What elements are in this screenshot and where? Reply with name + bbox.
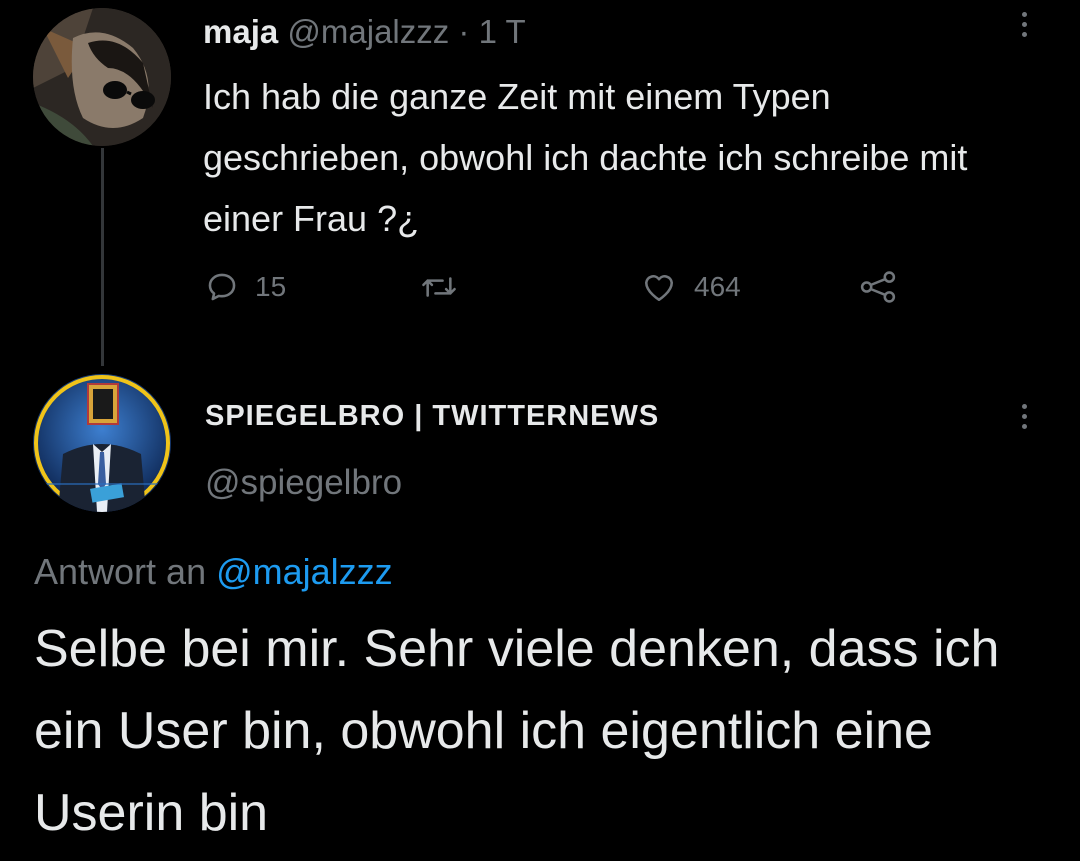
tweet1-handle[interactable]: @majalzzz — [287, 13, 449, 50]
retweet-icon — [422, 277, 456, 297]
profile-photo-news-anchor-icon — [33, 374, 171, 512]
tweet1-display-name[interactable]: maja — [203, 13, 278, 50]
like-button[interactable]: 464 — [640, 270, 741, 304]
heart-icon — [644, 275, 674, 302]
tweet1-text: Ich hab die ganze Zeit mit einem Typen g… — [203, 76, 968, 239]
share-icon — [860, 271, 896, 303]
share-button[interactable] — [858, 270, 898, 304]
tweet1-separator: · — [458, 13, 470, 50]
tweet2-display-name[interactable]: SPIEGELBRO | TWITTERNEWS — [205, 396, 659, 436]
reply-prefix: Antwort an — [34, 551, 207, 592]
tweet2-handle[interactable]: @spiegelbro — [205, 461, 402, 505]
tweet2-more-options-icon[interactable] — [1018, 404, 1030, 429]
tweet1-timestamp[interactable]: 1 T — [479, 13, 526, 50]
reply-count: 15 — [255, 271, 287, 302]
tweet1-more-options-icon[interactable] — [1018, 12, 1030, 37]
reply-context: Antwort an @majalzzz — [34, 548, 393, 596]
retweet-button[interactable] — [420, 270, 474, 304]
reply-icon — [208, 273, 236, 301]
thread-connector-line — [101, 148, 104, 366]
reply-button[interactable]: 15 — [205, 270, 286, 304]
tweet1-header: maja @majalzzz · 1 T — [203, 10, 526, 54]
avatar-spiegelbro[interactable] — [33, 374, 171, 512]
profile-photo-sunglasses-icon — [33, 8, 171, 146]
reply-to-handle-link[interactable]: @majalzzz — [216, 551, 393, 592]
avatar-maja[interactable] — [33, 8, 171, 146]
tweet2-text: Selbe bei mir. Sehr viele denken, dass i… — [34, 620, 1000, 842]
like-count: 464 — [694, 271, 741, 302]
